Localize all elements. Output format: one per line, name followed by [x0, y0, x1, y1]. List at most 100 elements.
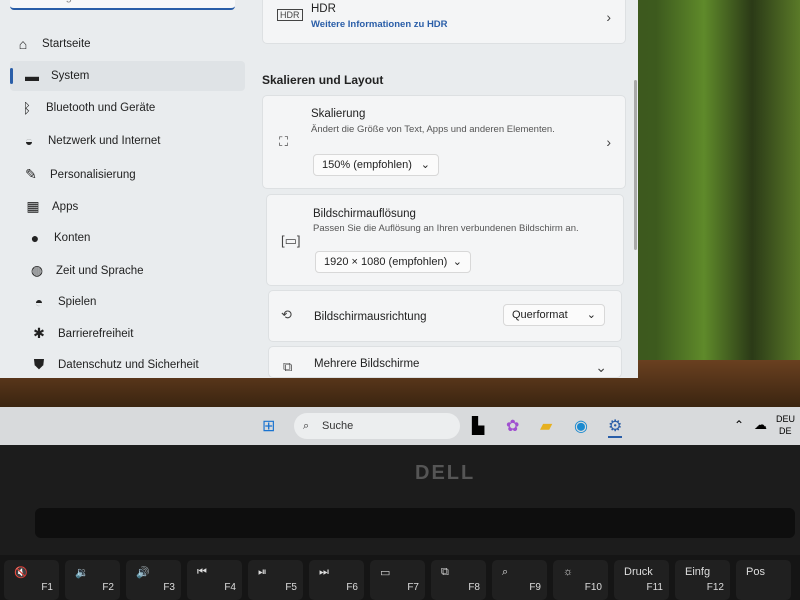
key-f2[interactable]: 🔉 F2 — [65, 560, 120, 600]
sidebar-item-konten[interactable]: ● Konten — [26, 230, 91, 246]
resolution-icon: [▭] — [281, 233, 301, 248]
resolution-dropdown[interactable]: 1920 × 1080 (empfohlen) ⌄ — [315, 251, 471, 273]
chevron-down-icon: ⌄ — [586, 309, 596, 321]
sidebar-item-datenschutz[interactable]: ⛊ Datenschutz und Sicherheit — [30, 356, 199, 373]
copilot-icon[interactable]: ✿ — [506, 416, 519, 436]
home-icon: ⌂ — [18, 36, 28, 52]
sidebar-item-label: Netzwerk und Internet — [48, 135, 161, 147]
key-label: F5 — [285, 582, 297, 593]
orientation-dropdown[interactable]: Querformat ⌄ — [503, 304, 605, 326]
sidebar-item-label: Barrierefreiheit — [58, 327, 134, 340]
sidebar-item-personalisierung[interactable]: ✎ Personalisierung — [22, 166, 136, 183]
key-label: F8 — [468, 582, 480, 593]
key-label: F9 — [529, 582, 541, 593]
multiple-displays-title: Mehrere Bildschirme — [314, 358, 420, 370]
resolution-card: [▭] Bildschirmauflösung Passen Sie die A… — [266, 194, 624, 286]
taskbar-search[interactable]: ⌕ Suche — [294, 413, 460, 439]
accessibility-icon: ✱ — [33, 325, 45, 341]
key-f3[interactable]: 🔊 F3 — [126, 560, 181, 600]
key-glyph: ⌕ — [502, 566, 509, 578]
orientation-title: Bildschirmausrichtung — [314, 311, 427, 323]
sidebar-item-startseite[interactable]: ⌂ Startseite — [14, 36, 91, 52]
chevron-right-icon[interactable]: › — [606, 134, 611, 150]
key-f6[interactable]: ⏭ F6 — [309, 560, 364, 600]
scaling-desc: Ändert die Größe von Text, Apps und ande… — [311, 124, 555, 135]
sidebar-item-apps[interactable]: ▦ Apps — [24, 198, 78, 215]
sidebar-item-label: Apps — [52, 200, 79, 213]
settings-search-input[interactable]: Einstellung suchen — [10, 0, 235, 10]
key-glyph: Pos — [746, 566, 765, 578]
multiple-displays-card[interactable]: ⧉ Mehrere Bildschirme ⌄ — [268, 346, 622, 378]
multiple-displays-icon: ⧉ — [283, 359, 293, 374]
key-glyph: ⧉ — [441, 566, 449, 578]
key-f8[interactable]: ⧉ F8 — [431, 560, 486, 600]
edge-icon[interactable]: ◉ — [574, 416, 588, 436]
sidebar-item-netzwerk[interactable]: ◒ Netzwerk und Internet — [20, 133, 161, 149]
orientation-icon: ⟲ — [281, 307, 292, 322]
sidebar-item-label: Personalisierung — [50, 168, 136, 181]
hdr-card[interactable]: HDR HDR Weitere Informationen zu HDR › — [262, 0, 626, 44]
resolution-value: 1920 × 1080 (empfohlen) — [324, 256, 448, 268]
key-f10[interactable]: ☼ F10 — [553, 560, 608, 600]
file-explorer-icon[interactable]: ▰ — [540, 416, 552, 436]
network-icon[interactable]: ☁ — [754, 417, 767, 433]
sidebar-item-label: Startseite — [42, 38, 91, 50]
scaling-value: 150% (empfohlen) — [322, 159, 412, 171]
key-glyph: ⏮ — [197, 566, 207, 578]
hdr-title: HDR — [311, 3, 336, 15]
sidebar-item-bluetooth[interactable]: ᛒ Bluetooth und Geräte — [18, 100, 156, 116]
wifi-icon: ◒ — [24, 133, 34, 149]
globe-icon: ◍ — [30, 262, 44, 278]
scrollbar[interactable] — [634, 80, 637, 250]
language-indicator[interactable]: DEU — [776, 414, 795, 424]
key-f9[interactable]: ⌕ F9 — [492, 560, 547, 600]
key-glyph: 🔉 — [75, 567, 89, 579]
monitor-icon: ▬ — [25, 68, 39, 84]
key-label: F3 — [163, 582, 175, 593]
key-f1[interactable]: 🔇 F1 — [4, 560, 59, 600]
chevron-up-icon[interactable]: ⌃ — [734, 418, 744, 432]
laptop-hinge — [35, 508, 795, 538]
key-glyph: ☼ — [563, 566, 574, 578]
resolution-desc: Passen Sie die Auflösung an Ihren verbun… — [313, 223, 579, 234]
person-icon: ● — [30, 230, 40, 246]
bluetooth-icon: ᛒ — [22, 100, 32, 116]
key-label: F1 — [41, 582, 53, 593]
apps-icon: ▦ — [26, 198, 40, 214]
sidebar-item-system[interactable]: ▬ System — [10, 61, 245, 91]
key-glyph: ⏭ — [319, 566, 329, 578]
brush-icon: ✎ — [25, 166, 37, 182]
keyboard-layout[interactable]: DE — [779, 426, 792, 436]
sidebar-item-spielen[interactable]: ◓ Spielen — [30, 294, 97, 310]
search-icon: ⌕ — [303, 420, 310, 432]
scale-icon: ⛶ — [279, 134, 289, 149]
selection-indicator — [10, 68, 13, 84]
key-pos[interactable]: Pos — [736, 560, 791, 600]
dell-logo: DELL — [415, 462, 476, 484]
sidebar-item-label: Konten — [54, 232, 91, 244]
taskbar: ⊞ ⌕ Suche ▙ ✿ ▰ ◉ ⚙ ⌃ ☁ DEU DE — [0, 407, 800, 445]
start-button[interactable]: ⊞ — [262, 416, 275, 436]
settings-app-icon[interactable]: ⚙ — [608, 416, 623, 438]
key-f4[interactable]: ⏮ F4 — [187, 560, 242, 600]
task-view-icon[interactable]: ▙ — [472, 416, 484, 436]
sidebar-item-zeit[interactable]: ◍ Zeit und Sprache — [28, 262, 144, 279]
key-label: F2 — [102, 582, 114, 593]
sidebar-item-label: Spielen — [58, 296, 97, 308]
taskbar-search-label: Suche — [322, 420, 354, 432]
key-f5[interactable]: ⏯ F5 — [248, 560, 303, 600]
settings-window: Einstellung suchen ⌂ Startseite ▬ System ᛒ Bl… — [0, 0, 638, 378]
scaling-dropdown[interactable]: 150% (empfohlen) ⌄ — [313, 154, 439, 176]
key-glyph: 🔇 — [14, 567, 28, 579]
orientation-card: ⟲ Bildschirmausrichtung Querformat ⌄ — [268, 290, 622, 342]
key-f11[interactable]: Druck F11 — [614, 560, 669, 600]
key-glyph: ⏯ — [258, 566, 267, 578]
shield-icon: ⛊ — [33, 356, 45, 372]
key-glyph: Druck — [624, 566, 653, 578]
resolution-title: Bildschirmauflösung — [313, 208, 416, 220]
key-f12[interactable]: Einfg F12 — [675, 560, 730, 600]
scaling-card: ⛶ Skalierung Ändert die Größe von Text, … — [262, 95, 626, 189]
sidebar-item-barrierefreiheit[interactable]: ✱ Barrierefreiheit — [30, 325, 133, 342]
key-f7[interactable]: ▭ F7 — [370, 560, 425, 600]
hdr-link[interactable]: Weitere Informationen zu HDR — [311, 19, 448, 30]
